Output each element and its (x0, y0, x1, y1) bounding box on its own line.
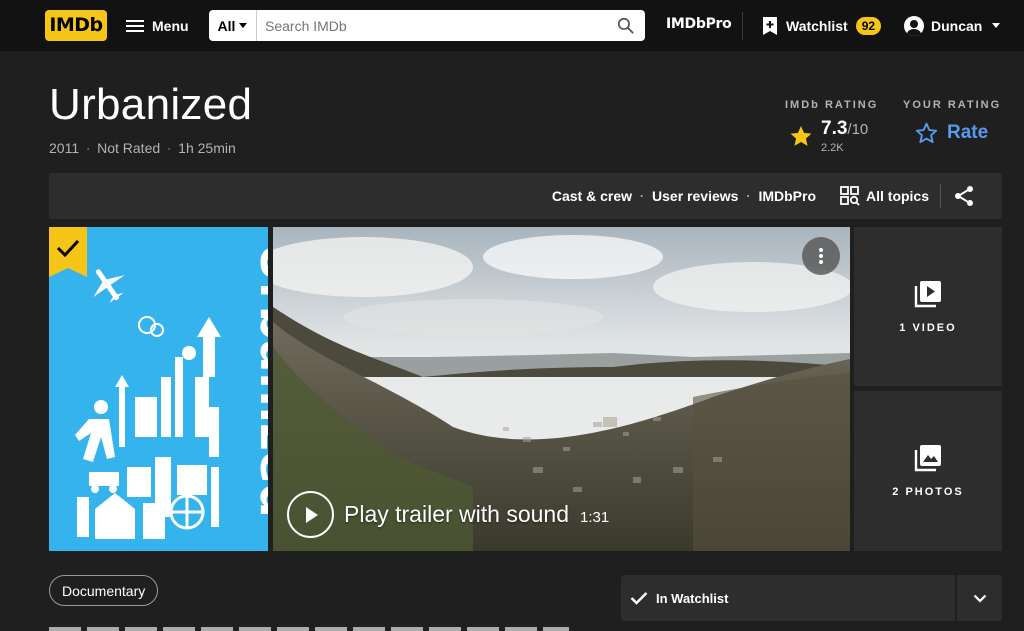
star-icon (790, 125, 812, 146)
trailer-duration: 1:31 (580, 509, 610, 526)
rate-label: Rate (947, 122, 989, 143)
runtime: 1h 25min (178, 140, 236, 156)
search-category-label: All (217, 17, 236, 34)
search-bar: All (209, 10, 645, 41)
watchlist-label: Watchlist (786, 17, 848, 34)
share-icon[interactable] (952, 184, 976, 208)
subnav-divider (940, 184, 941, 208)
imdbpro-subnav-link[interactable]: IMDbPro (758, 188, 816, 204)
chevron-down-icon (239, 23, 248, 28)
poster-title: Urbanized (249, 243, 268, 518)
release-year[interactable]: 2011 (49, 140, 79, 156)
nav-divider (742, 12, 743, 40)
play-circle (287, 491, 334, 538)
user-reviews-link[interactable]: User reviews (652, 188, 738, 204)
certificate[interactable]: Not Rated (97, 140, 160, 156)
search-category-dropdown[interactable]: All (209, 10, 257, 41)
more-vertical-icon (819, 248, 823, 264)
search-input[interactable] (257, 10, 605, 41)
rating-votes: 2.2K (821, 142, 844, 154)
separator-dot: · (746, 189, 751, 203)
rating-out-of: /10 (847, 121, 869, 138)
grid-search-icon (840, 186, 860, 206)
check-icon (630, 592, 648, 605)
all-topics-button[interactable]: All topics (840, 173, 929, 219)
title-subnav: Cast & crew · User reviews · IMDbPro All… (49, 173, 1002, 219)
imdb-rating[interactable]: 7.3/10 2.2K (789, 118, 868, 154)
user-menu[interactable]: Duncan (904, 10, 1001, 41)
user-name: Duncan (931, 17, 983, 34)
watchlist-count-badge: 92 (855, 16, 882, 35)
separator-dot: · (86, 141, 91, 155)
genre-chip-documentary[interactable]: Documentary (49, 575, 159, 606)
menu-label: Menu (152, 17, 189, 34)
subnav-links: Cast & crew · User reviews · IMDbPro (552, 173, 816, 219)
in-watchlist-label: In Watchlist (656, 590, 729, 606)
play-trailer-button[interactable]: Play trailer with sound 1:31 (287, 491, 609, 538)
watchlist-ribbon-check-icon[interactable] (49, 227, 87, 277)
search-icon (617, 17, 634, 34)
menu-button[interactable]: Menu (118, 10, 197, 41)
chevron-down-icon (992, 23, 1001, 28)
separator-dot: · (640, 189, 645, 203)
photos-count: 2 PHOTOS (892, 486, 964, 498)
videos-tile[interactable]: 1 VIDEO (854, 227, 1002, 386)
photos-tile[interactable]: 2 PHOTOS (854, 391, 1002, 551)
imdb-logo[interactable]: IMDb (45, 10, 107, 41)
page-title: Urbanized (49, 80, 253, 129)
star-outline-icon (915, 122, 938, 144)
more-options-button[interactable] (802, 237, 840, 275)
user-avatar-icon (904, 15, 924, 36)
cast-crew-link[interactable]: Cast & crew (552, 188, 632, 204)
rating-score: 7.3/10 (821, 118, 869, 139)
search-button[interactable] (605, 10, 645, 41)
watchlist-link[interactable]: Watchlist 92 (762, 10, 882, 41)
plot-summary-peek (49, 627, 569, 631)
rate-button[interactable]: Rate (915, 122, 988, 144)
top-nav: IMDb Menu All IMDbPro Watchlist 92 Dunca… (0, 0, 1024, 51)
chevron-down-icon (973, 594, 986, 603)
photo-library-icon (914, 445, 941, 472)
bookmark-plus-icon (763, 16, 777, 35)
video-library-icon (914, 280, 941, 307)
hamburger-icon (126, 19, 144, 32)
play-icon (305, 506, 318, 523)
imdb-rating-label: IMDb RATING (785, 99, 879, 111)
all-topics-label: All topics (866, 188, 930, 204)
your-rating-label: YOUR RATING (903, 99, 1002, 111)
imdbpro-link[interactable]: IMDbPro (666, 16, 732, 32)
separator-dot: · (167, 141, 172, 155)
watchlist-options-dropdown[interactable] (957, 575, 1002, 621)
play-trailer-label: Play trailer with sound (344, 501, 569, 527)
in-watchlist-button[interactable]: In Watchlist (621, 575, 955, 621)
title-meta: 2011 · Not Rated · 1h 25min (49, 140, 236, 156)
videos-count: 1 VIDEO (899, 321, 957, 334)
